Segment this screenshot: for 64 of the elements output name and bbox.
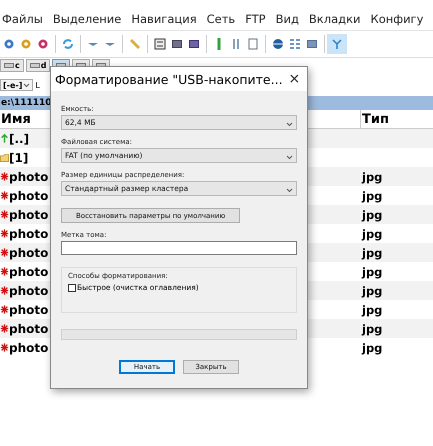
- asterisk-icon: [0, 342, 9, 353]
- asterisk-icon: [0, 171, 9, 182]
- grid-icon[interactable]: [288, 37, 302, 51]
- archive-icon[interactable]: [153, 37, 167, 51]
- menu-item[interactable]: Сеть: [206, 12, 236, 26]
- file-type: jpg: [362, 246, 382, 260]
- refresh-icon[interactable]: [61, 37, 75, 51]
- list-icon[interactable]: [305, 37, 319, 51]
- file-type: jpg: [362, 340, 382, 354]
- file-type: jpg: [362, 226, 382, 240]
- file-name[interactable]: photo: [9, 226, 48, 240]
- chevron-icon[interactable]: [286, 153, 293, 158]
- file-type: jpg: [362, 302, 382, 316]
- file-name[interactable]: photo: [9, 170, 48, 184]
- asterisk-icon: [0, 304, 9, 315]
- file-type: jpg: [362, 188, 382, 202]
- drive-dropdown[interactable]: [-e-]: [0, 79, 34, 91]
- menu-item[interactable]: Выделение: [52, 12, 122, 26]
- folder-icon: [0, 152, 9, 163]
- file-name[interactable]: photo: [9, 302, 48, 316]
- file-name[interactable]: photo: [9, 246, 48, 260]
- column-header[interactable]: Тип: [360, 110, 433, 128]
- up-arrow-icon: [0, 133, 9, 144]
- asterisk-icon: [0, 247, 9, 258]
- free-space-label: L: [35, 80, 40, 90]
- globe-icon[interactable]: [271, 37, 285, 51]
- volume-label-field[interactable]: [61, 241, 297, 255]
- file-name[interactable]: photo: [9, 322, 48, 336]
- menu-item[interactable]: Вкладки: [308, 12, 361, 26]
- file-name[interactable]: photo: [9, 284, 48, 298]
- asterisk-icon: [0, 209, 9, 220]
- chevron-icon[interactable]: [286, 120, 293, 125]
- menu-item[interactable]: Конфигу: [370, 12, 424, 26]
- menu-item[interactable]: FTP: [245, 12, 266, 26]
- asterisk-icon: [0, 285, 9, 296]
- asterisk-icon: [0, 228, 9, 239]
- file-type: jpg: [362, 322, 382, 336]
- file-name[interactable]: [..]: [9, 132, 30, 146]
- drive-icon: [4, 62, 14, 69]
- asterisk-icon: [0, 190, 9, 201]
- list-icon[interactable]: [170, 37, 184, 51]
- file-name[interactable]: photo: [9, 264, 48, 278]
- document-icon[interactable]: [246, 37, 260, 51]
- file-type: jpg: [362, 284, 382, 298]
- chevron-icon[interactable]: [286, 186, 293, 191]
- list-icon[interactable]: [187, 37, 201, 51]
- menu-item[interactable]: Вид: [276, 12, 299, 26]
- close-button[interactable]: ×: [282, 71, 306, 87]
- chevron-icon: [23, 82, 30, 88]
- dialog-title: Форматирование "USB-накопите...: [55, 72, 283, 86]
- menu-item[interactable]: Файлы: [2, 12, 43, 26]
- menu-item[interactable]: Навигация: [131, 12, 197, 26]
- file-name[interactable]: photo: [9, 188, 48, 202]
- asterisk-icon: [0, 323, 9, 334]
- drive-button[interactable]: c: [0, 59, 24, 72]
- file-type: jpg: [362, 170, 382, 184]
- file-name[interactable]: photo: [9, 340, 48, 354]
- file-type: jpg: [362, 264, 382, 278]
- drive-button[interactable]: d: [26, 59, 50, 72]
- file-name[interactable]: [1]: [9, 150, 28, 164]
- file-type: jpg: [362, 208, 382, 222]
- asterisk-icon: [0, 266, 9, 277]
- drive-icon: [30, 62, 40, 69]
- file-name[interactable]: photo: [9, 208, 48, 222]
